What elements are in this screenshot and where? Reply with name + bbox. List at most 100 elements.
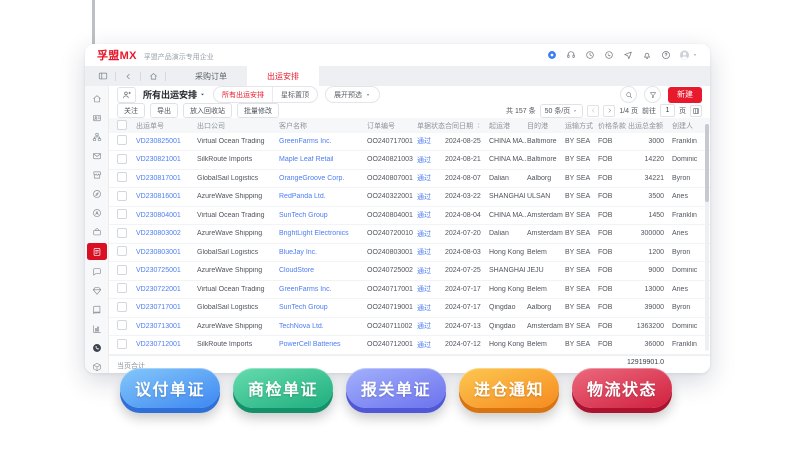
back-icon[interactable] <box>123 71 133 81</box>
sidebar-item-compass[interactable] <box>87 186 106 201</box>
tab-2[interactable]: 出运安排 <box>247 66 319 86</box>
row-checkbox[interactable] <box>117 135 127 145</box>
customer-link[interactable]: BlueJay Inc. <box>279 249 367 256</box>
customer-link[interactable]: RedPanda Ltd. <box>279 193 367 200</box>
browser-icon[interactable] <box>546 50 557 61</box>
whatsapp-icon[interactable] <box>603 50 614 61</box>
customer-link[interactable]: TechNova Ltd. <box>279 323 367 330</box>
table-row[interactable]: VD230816001AzureWave ShippingRedPanda Lt… <box>109 188 710 207</box>
page-size-select[interactable]: 50 条/页 <box>540 104 584 118</box>
sidebar-toggle-icon[interactable] <box>98 71 108 81</box>
page-title-wrap[interactable]: 所有出运安排 <box>143 88 206 101</box>
history-icon[interactable] <box>584 50 595 61</box>
table-row[interactable]: VD230725001AzureWave ShippingCloudStoreO… <box>109 262 710 281</box>
warehouse-notice-button[interactable]: 进仓通知 <box>459 368 559 408</box>
table-row[interactable]: VD230717001GlobalSail LogisticsSunTech G… <box>109 299 710 318</box>
avatar[interactable] <box>679 50 690 61</box>
sidebar-item-mail[interactable] <box>87 148 106 163</box>
shipment-no-link[interactable]: VD230713001 <box>136 323 197 330</box>
home-icon[interactable] <box>148 71 158 81</box>
table-row[interactable]: VD230803002AzureWave ShippingBrightLight… <box>109 225 710 244</box>
help-icon[interactable] <box>660 50 671 61</box>
sidebar-item-gem[interactable] <box>87 283 106 298</box>
row-checkbox[interactable] <box>117 302 127 312</box>
view-switcher-button[interactable] <box>117 87 136 103</box>
tab-1[interactable]: 采购订单 <box>175 66 247 86</box>
customer-link[interactable]: PowerCell Batteries <box>279 341 367 348</box>
bell-icon[interactable] <box>641 50 652 61</box>
row-checkbox[interactable] <box>117 228 127 238</box>
shipment-no-link[interactable]: VD230725001 <box>136 267 197 274</box>
table-row[interactable]: VD230804001Virtual Ocean TradingSunTech … <box>109 207 710 226</box>
shipment-no-link[interactable]: VD230817001 <box>136 175 197 182</box>
row-checkbox[interactable] <box>117 339 127 349</box>
shipment-no-link[interactable]: VD230821001 <box>136 156 197 163</box>
shipment-no-link[interactable]: VD230804001 <box>136 212 197 219</box>
column-settings-button[interactable] <box>690 105 702 117</box>
customs-docs-button[interactable]: 报关单证 <box>346 368 446 408</box>
sidebar-item-store[interactable] <box>87 167 106 182</box>
scrollbar-thumb[interactable] <box>705 124 709 202</box>
customer-link[interactable]: GreenFarms Inc. <box>279 286 367 293</box>
table-row[interactable]: VD230713001AzureWave ShippingTechNova Lt… <box>109 318 710 337</box>
sidebar-item-org[interactable] <box>87 129 106 144</box>
shipment-no-link[interactable]: VD230816001 <box>136 193 197 200</box>
sidebar-item-shipping-doc[interactable] <box>87 243 107 260</box>
table-row[interactable]: VD230817001GlobalSail LogisticsOrangeGro… <box>109 170 710 189</box>
sidebar-item-chart[interactable] <box>87 321 106 336</box>
table-row[interactable]: VD230712001SilkRoute ImportsPowerCell Ba… <box>109 336 710 355</box>
table-row[interactable]: VD230722001Virtual Ocean TradingGreenFar… <box>109 281 710 300</box>
customer-link[interactable]: SunTech Group <box>279 304 367 311</box>
customer-link[interactable]: GreenFarms Inc. <box>279 138 367 145</box>
row-checkbox[interactable] <box>117 283 127 293</box>
shipment-no-link[interactable]: VD230825001 <box>136 138 197 145</box>
headset-icon[interactable] <box>565 50 576 61</box>
row-checkbox[interactable] <box>117 154 127 164</box>
next-page-button[interactable] <box>603 105 615 117</box>
select-all-checkbox[interactable] <box>117 120 127 130</box>
send-icon[interactable] <box>622 50 633 61</box>
row-checkbox[interactable] <box>117 191 127 201</box>
user-menu[interactable] <box>679 50 698 61</box>
customer-link[interactable]: OrangeGroove Corp. <box>279 175 367 182</box>
sidebar-item-briefcase[interactable] <box>87 224 106 239</box>
row-checkbox[interactable] <box>117 209 127 219</box>
customer-link[interactable]: BrightLight Electronics <box>279 230 367 237</box>
action-button[interactable]: 批量修改 <box>237 103 279 118</box>
customer-link[interactable]: SunTech Group <box>279 212 367 219</box>
shipment-no-link[interactable]: VD230803002 <box>136 230 197 237</box>
goto-page-input[interactable] <box>660 104 675 117</box>
sidebar-item-user-circle[interactable] <box>87 205 106 220</box>
customer-link[interactable]: CloudStore <box>279 267 367 274</box>
sidebar-item-notebook[interactable] <box>87 302 106 317</box>
negotiation-docs-button[interactable]: 议付单证 <box>120 368 220 408</box>
create-button[interactable]: 新建 <box>668 87 702 103</box>
sidebar-item-home[interactable] <box>87 91 106 106</box>
action-button[interactable]: 放入回收站 <box>183 103 232 118</box>
sidebar-item-contacts[interactable] <box>87 110 106 125</box>
table-scrollbar[interactable] <box>705 124 709 351</box>
table-row[interactable]: VD230821001SilkRoute ImportsMaple Leaf R… <box>109 151 710 170</box>
row-checkbox[interactable] <box>117 265 127 275</box>
shipment-no-link[interactable]: VD230717001 <box>136 304 197 311</box>
table-row[interactable]: VD230803001GlobalSail LogisticsBlueJay I… <box>109 244 710 263</box>
prev-page-button[interactable] <box>587 105 599 117</box>
action-button[interactable]: 导出 <box>150 103 178 118</box>
customer-link[interactable]: Maple Leaf Retail <box>279 156 367 163</box>
shipment-no-link[interactable]: VD230712001 <box>136 341 197 348</box>
logistics-status-button[interactable]: 物流状态 <box>572 368 672 408</box>
sidebar-item-package[interactable] <box>87 359 106 373</box>
row-checkbox[interactable] <box>117 320 127 330</box>
column-header[interactable]: 合同日期 <box>445 121 489 131</box>
sidebar-item-phone[interactable] <box>87 340 106 355</box>
shipment-no-link[interactable]: VD230803001 <box>136 249 197 256</box>
filter-segment-1[interactable]: 所有出运安排 <box>214 87 272 102</box>
filter-segment-2[interactable]: 星标置顶 <box>272 87 317 102</box>
expand-filter-button[interactable]: 展开预选 <box>325 86 380 103</box>
filter-button[interactable] <box>644 86 661 103</box>
sidebar-item-chat[interactable] <box>87 264 106 279</box>
row-checkbox[interactable] <box>117 246 127 256</box>
action-button[interactable]: 关注 <box>117 103 145 118</box>
shipment-no-link[interactable]: VD230722001 <box>136 286 197 293</box>
search-button[interactable] <box>620 86 637 103</box>
